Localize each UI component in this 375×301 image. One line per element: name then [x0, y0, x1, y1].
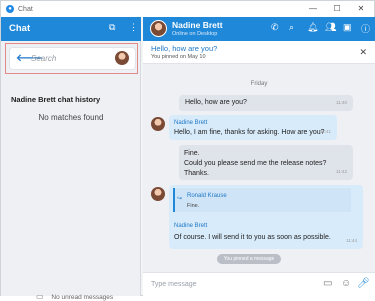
- contact-name: Nadine Brett: [172, 20, 223, 30]
- pinned-message: Hello, how are you?: [151, 44, 218, 53]
- message-text-line: Thanks.: [184, 170, 209, 177]
- unread-status: ▭ No unread messages: [36, 292, 113, 301]
- message-text: Hello, how are you?: [185, 99, 247, 106]
- sender-avatar: [151, 117, 165, 131]
- no-matches-text: No matches found: [38, 113, 104, 122]
- sender-avatar: [151, 187, 165, 201]
- new-chat-icon[interactable]: ⧉: [109, 22, 115, 33]
- conversation-header: Nadine Brett Online on Desktop ✆ ⌕ 🔔︎ 👥︎…: [143, 17, 375, 41]
- sidebar: Chat ⧉ ⋮ 🡐 Search Nadine Brett chat hist…: [1, 17, 141, 301]
- sidebar-header: Chat ⧉ ⋮: [1, 17, 141, 41]
- close-pinned-icon[interactable]: ✕: [359, 47, 367, 58]
- phone-icon[interactable]: ✆: [271, 22, 279, 33]
- window-title: Chat: [18, 5, 33, 13]
- close-icon[interactable]: ✕: [351, 1, 371, 17]
- title-bar: ● Chat — ☐ ✕: [1, 1, 374, 17]
- message-time: 11:44: [346, 238, 357, 243]
- more-options-icon[interactable]: ⋮: [129, 22, 138, 33]
- message-bubble[interactable]: Hello, how are you? 11:40: [179, 95, 353, 111]
- search-input[interactable]: 🡐 Search: [10, 48, 135, 69]
- history-title: Nadine Brett chat history: [11, 95, 101, 104]
- message-text: Of course. I will send it to you as soon…: [174, 234, 331, 241]
- search-icon[interactable]: ⌕: [289, 22, 294, 33]
- message-input[interactable]: Type message: [151, 281, 197, 288]
- maximize-icon[interactable]: ☐: [327, 1, 347, 17]
- reply-icon: ↪: [177, 196, 183, 202]
- sender-name: Nadine Brett: [174, 223, 208, 229]
- quoted-text: Fine.: [187, 203, 200, 209]
- message-bubble[interactable]: Fine. Could you please send me the relea…: [179, 145, 353, 180]
- contact-avatar[interactable]: [150, 20, 167, 37]
- chat-window: ● Chat — ☐ ✕ Chat ⧉ ⋮ 🡐 Search Nadine Br…: [0, 0, 375, 301]
- bell-icon[interactable]: 🔔︎: [307, 22, 318, 33]
- message-time: 11:40: [336, 100, 347, 105]
- pinned-detail: You pinned on May 10: [151, 54, 206, 60]
- people-icon[interactable]: 👥︎: [325, 22, 336, 33]
- minimize-icon[interactable]: —: [303, 1, 323, 17]
- chat-bubble-icon: ▭: [36, 292, 44, 301]
- quoted-sender: Ronald Krause: [187, 193, 227, 199]
- attach-file-icon[interactable]: ▭: [323, 278, 332, 289]
- chat-logo-icon: ●: [6, 5, 14, 13]
- message-time: 11:42: [336, 169, 347, 174]
- info-icon[interactable]: ⓘ: [361, 22, 370, 35]
- contact-avatar: [115, 51, 129, 65]
- message-text-line: Could you please send me the release not…: [184, 160, 327, 167]
- message-bubble[interactable]: Nadine Brett Hello, I am fine, thanks fo…: [169, 115, 337, 140]
- screen-share-icon[interactable]: ▣: [343, 22, 352, 33]
- search-area: 🡐 Search: [5, 43, 138, 74]
- emoji-icon[interactable]: ☺: [341, 278, 351, 289]
- message-bubble[interactable]: ↪ Ronald Krause Fine. Nadine Brett Of co…: [169, 185, 363, 249]
- sender-name: Nadine Brett: [174, 120, 208, 126]
- pinned-notice: You pinned a message: [217, 254, 281, 264]
- pinned-banner[interactable]: Hello, how are you? You pinned on May 10…: [143, 41, 375, 64]
- microphone-icon[interactable]: 🎤︎: [357, 278, 370, 289]
- conversation-panel: Nadine Brett Online on Desktop ✆ ⌕ 🔔︎ 👥︎…: [143, 17, 375, 296]
- unread-label: No unread messages: [51, 294, 114, 301]
- message-time: 11:41: [320, 129, 331, 134]
- message-composer[interactable]: Type message ▭ ☺ 🎤︎: [143, 272, 375, 296]
- message-text: Hello, I am fine, thanks for asking. How…: [174, 129, 325, 136]
- search-placeholder: Search: [31, 54, 57, 63]
- message-text-line: Fine.: [184, 150, 200, 157]
- day-separator: Friday: [250, 81, 268, 87]
- contact-status: Online on Desktop: [172, 31, 218, 37]
- quoted-message[interactable]: ↪ Ronald Krause Fine.: [173, 188, 351, 212]
- sidebar-title: Chat: [9, 23, 31, 34]
